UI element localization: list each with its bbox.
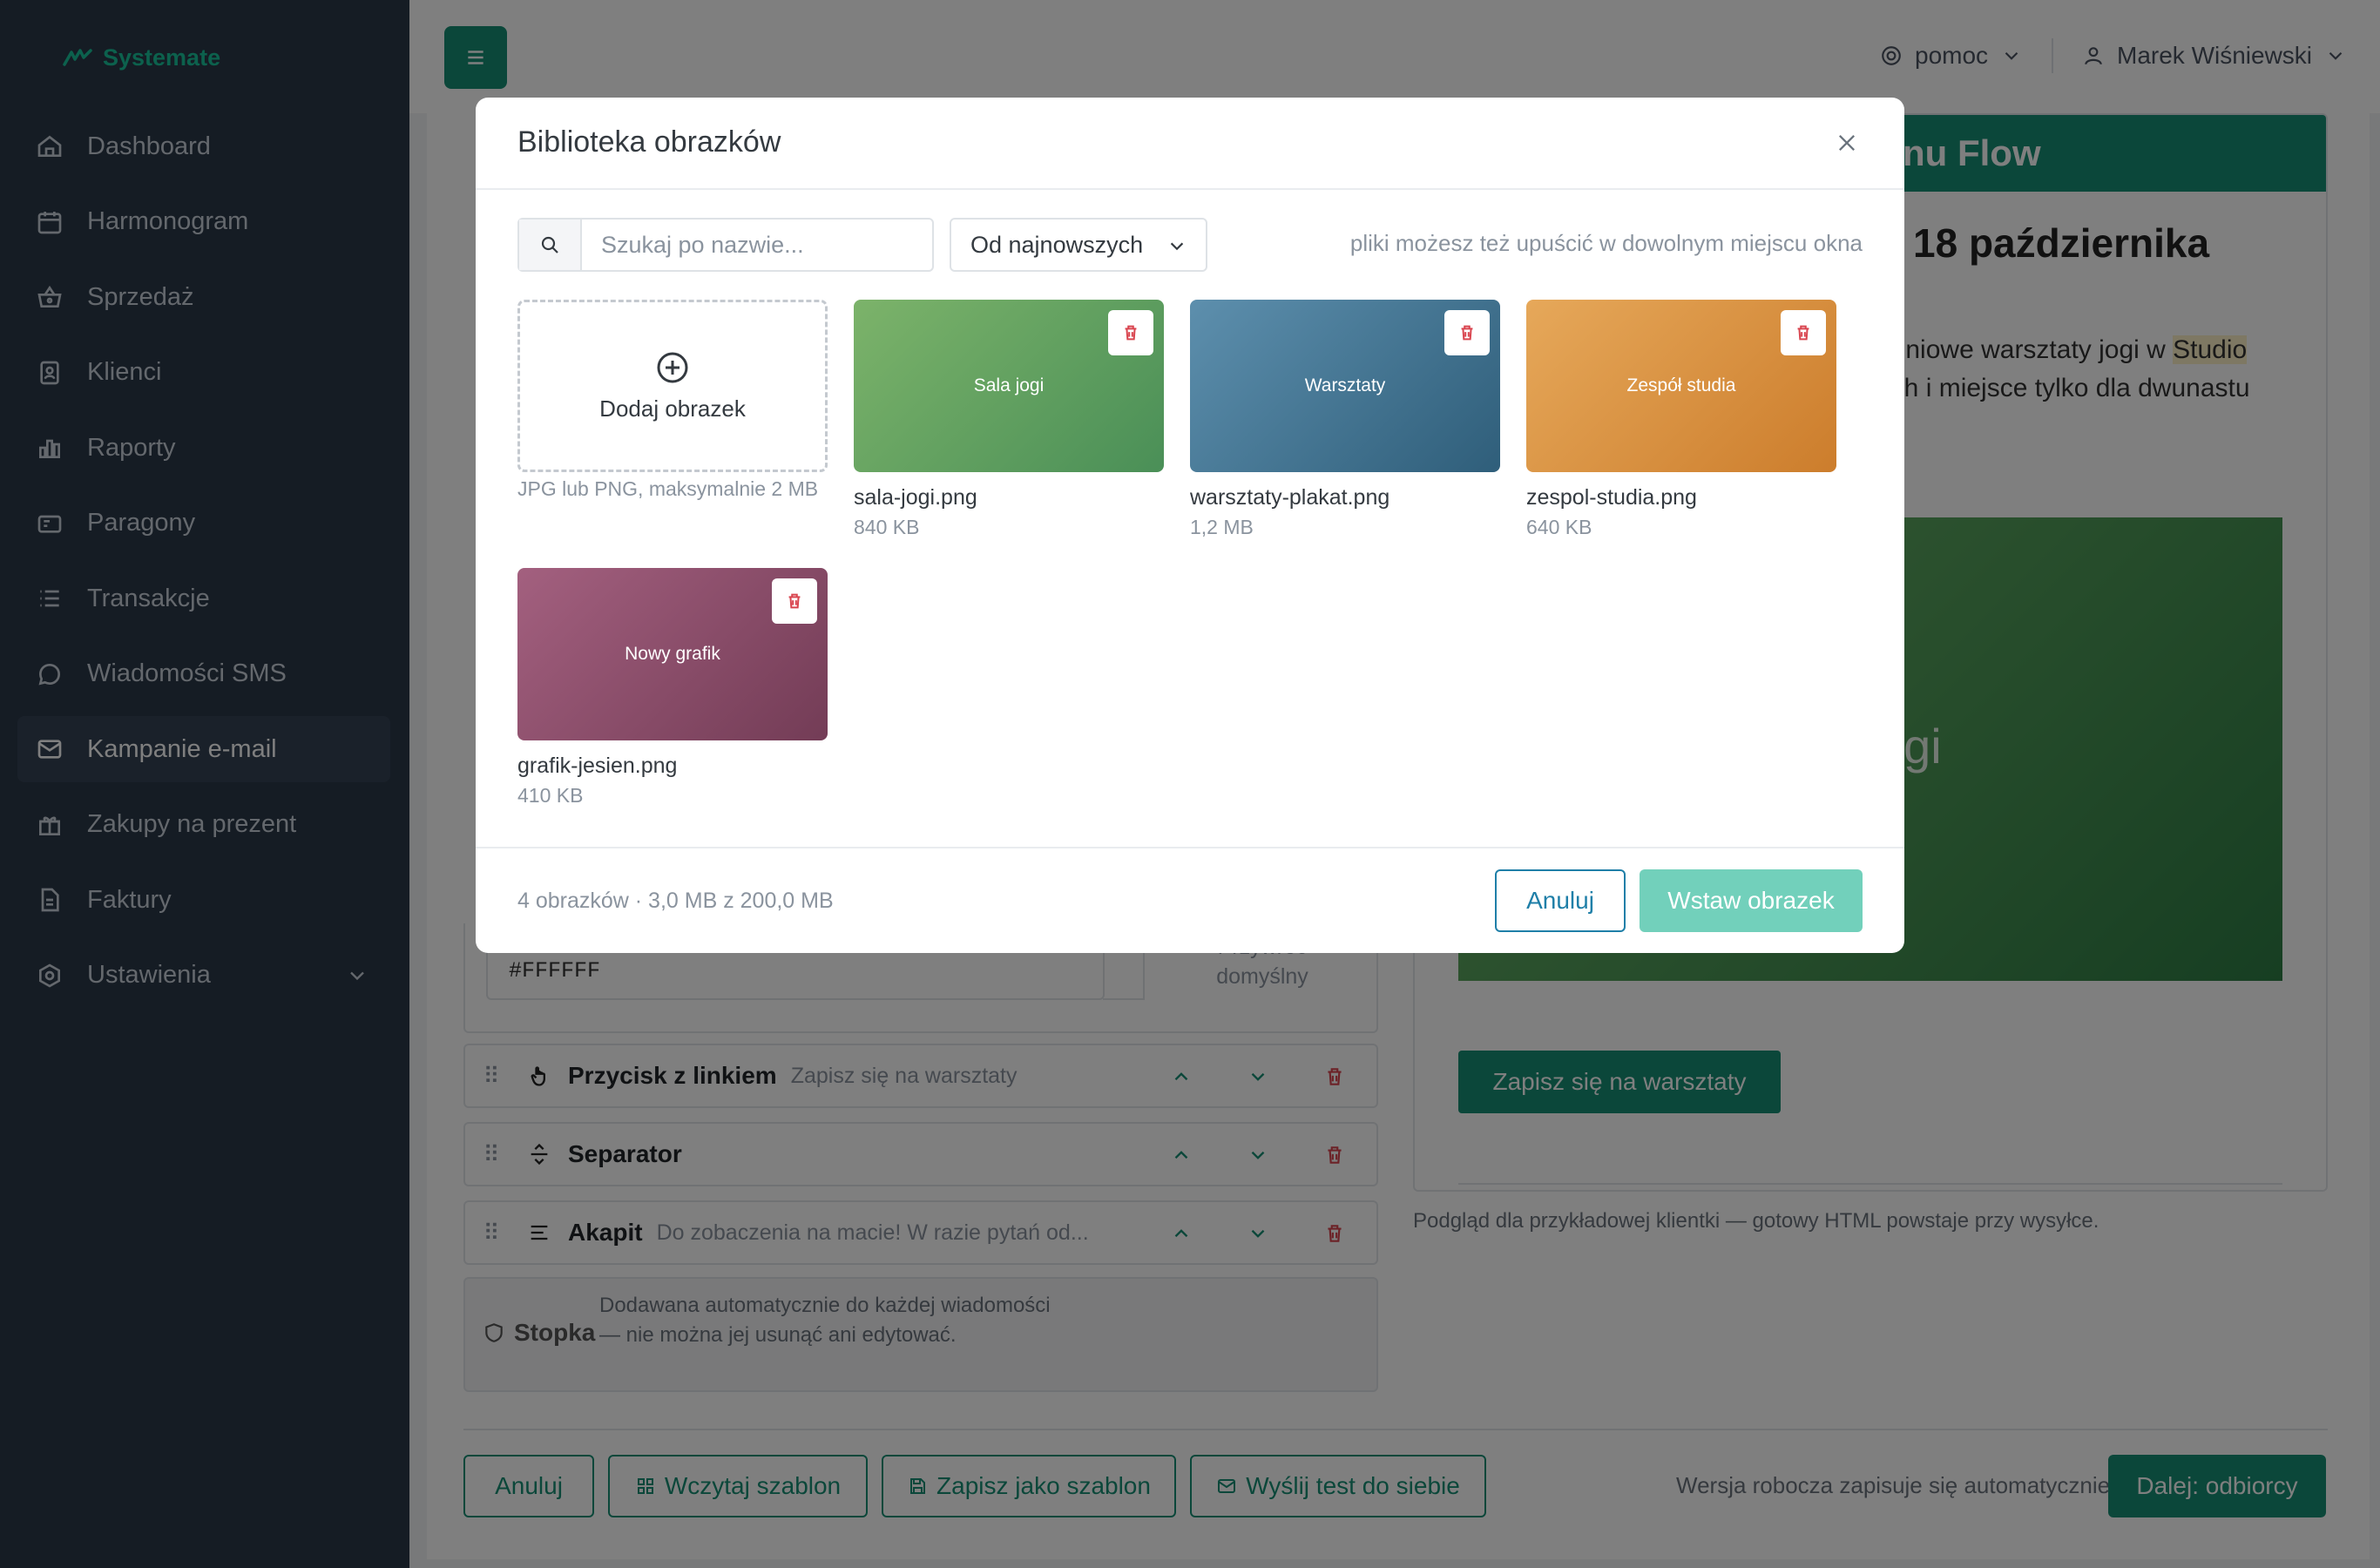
- search-input[interactable]: [582, 220, 932, 270]
- delete-image-button[interactable]: [1108, 310, 1153, 355]
- trash-icon: [788, 593, 801, 609]
- plus-circle-icon: [657, 352, 688, 382]
- image-tile[interactable]: Sala jogi sala-jogi.png 840 KB: [854, 300, 1164, 542]
- drop-hint: pliki możesz też upuścić w dowolnym miej…: [1349, 230, 1863, 256]
- image-tile[interactable]: Nowy grafik grafik-jesien.png 410 KB: [517, 568, 828, 810]
- sort-select-value: Od najnowszych: [970, 231, 1144, 258]
- image-thumbnail[interactable]: Sala jogi: [854, 300, 1164, 472]
- image-filename: sala-jogi.png: [854, 485, 977, 510]
- image-filesize: 410 KB: [517, 784, 584, 807]
- add-image-tile: Dodaj obrazek JPG lub PNG, maksymalnie 2…: [517, 300, 828, 501]
- modal-header: Biblioteka obrazków: [476, 98, 1904, 190]
- delete-image-button[interactable]: [1781, 310, 1826, 355]
- image-filesize: 1,2 MB: [1190, 516, 1254, 538]
- image-tile[interactable]: Warsztaty warsztaty-plakat.png 1,2 MB: [1190, 300, 1500, 542]
- image-filesize: 640 KB: [1526, 516, 1592, 538]
- image-tile[interactable]: Zespół studia zespol-studia.png 640 KB: [1526, 300, 1836, 542]
- trash-icon: [1125, 325, 1137, 341]
- image-filesize: 840 KB: [854, 516, 920, 538]
- library-usage: 4 obrazków · 3,0 MB z 200,0 MB: [517, 889, 834, 913]
- delete-image-button[interactable]: [1444, 310, 1490, 355]
- image-filename: warsztaty-plakat.png: [1190, 485, 1390, 510]
- image-thumbnail[interactable]: Nowy grafik: [517, 568, 828, 740]
- search-field: [517, 218, 934, 272]
- sort-select[interactable]: Od najnowszych: [950, 218, 1207, 272]
- add-image-label: Dodaj obrazek: [599, 395, 746, 422]
- add-image-button[interactable]: Dodaj obrazek: [517, 300, 828, 472]
- delete-image-button[interactable]: [772, 578, 817, 624]
- image-filename: grafik-jesien.png: [517, 754, 678, 778]
- modal-title: Biblioteka obrazków: [517, 125, 781, 159]
- add-image-hint: JPG lub PNG, maksymalnie 2 MB: [517, 477, 819, 500]
- image-thumbnail[interactable]: Warsztaty: [1190, 300, 1500, 472]
- close-button[interactable]: [1831, 127, 1863, 159]
- image-thumbnail[interactable]: Zespół studia: [1526, 300, 1836, 472]
- trash-icon: [1797, 325, 1809, 341]
- trash-icon: [1461, 325, 1473, 341]
- search-icon: [519, 220, 582, 270]
- modal-cancel-button[interactable]: Anuluj: [1495, 869, 1626, 932]
- insert-image-button[interactable]: Wstaw obrazek: [1640, 869, 1863, 932]
- image-library-modal: Biblioteka obrazków Od najnowszych pliki…: [476, 98, 1904, 953]
- close-icon: [1839, 135, 1855, 151]
- image-filename: zespol-studia.png: [1526, 485, 1697, 510]
- chevron-down-icon: [1170, 242, 1184, 251]
- modal-footer: 4 obrazków · 3,0 MB z 200,0 MB Anuluj Ws…: [476, 847, 1904, 953]
